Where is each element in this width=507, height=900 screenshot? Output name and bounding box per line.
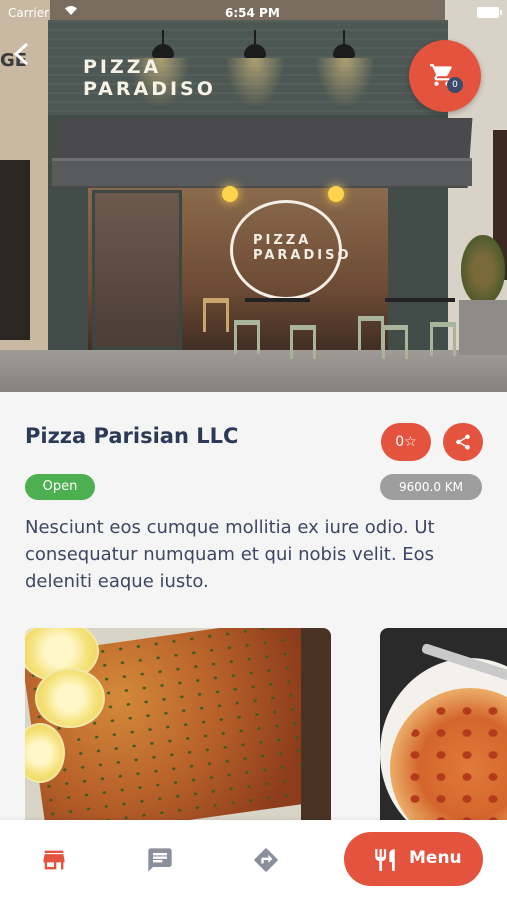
awning-edge: [52, 158, 472, 186]
cafe-chair: [382, 325, 408, 359]
clock: 6:54 PM: [225, 6, 280, 20]
planter: [459, 300, 507, 355]
cafe-chair: [358, 316, 384, 350]
distance-badge: 9600.0 KM: [380, 474, 482, 500]
plant: [461, 235, 505, 305]
status-badge: Open: [25, 474, 95, 500]
chevron-left-icon: [13, 42, 29, 66]
store-icon: [43, 850, 65, 870]
cutting-board: [301, 628, 331, 828]
storefront-sign: PIZZA PARADISO: [83, 56, 216, 100]
wifi-icon: [64, 5, 78, 19]
lemon-slice: [35, 668, 105, 728]
share-icon: [456, 434, 470, 450]
status-bar: Carrier 6:54 PM: [0, 0, 507, 26]
cafe-table: [245, 298, 310, 302]
shop-door: [92, 190, 182, 350]
back-button[interactable]: [12, 42, 42, 72]
cafe-table: [385, 298, 455, 302]
sign-line-1: PIZZA: [83, 56, 162, 78]
fork-knife-icon: [375, 849, 395, 871]
pendant-light: [328, 186, 344, 202]
sign-line-2: PARADISO: [83, 78, 216, 100]
battery-icon: [477, 7, 502, 18]
window-logo-text: PIZZA PARADISO: [253, 233, 352, 263]
nav-chat-button[interactable]: [146, 846, 174, 874]
sidewalk: [0, 350, 507, 392]
nav-directions-button[interactable]: [252, 846, 280, 874]
restaurant-description: Nesciunt eos cumque mollitia ex iure odi…: [25, 517, 435, 592]
share-button[interactable]: [443, 423, 483, 461]
directions-icon: [254, 848, 278, 872]
gallery-item-pizza[interactable]: [380, 628, 507, 828]
menu-button[interactable]: Menu: [344, 832, 483, 886]
cart-count-badge: 0: [447, 77, 463, 93]
cafe-chair: [430, 322, 456, 356]
gallery-item-salmon[interactable]: [25, 628, 331, 828]
cart-button[interactable]: 0: [409, 40, 481, 112]
nav-store-button[interactable]: [40, 846, 68, 874]
chat-icon: [148, 848, 172, 872]
rating-button[interactable]: 0☆: [381, 423, 431, 461]
bottom-nav: Menu: [0, 820, 507, 900]
cafe-stool: [203, 298, 229, 332]
cafe-chair: [234, 320, 260, 354]
restaurant-name: Pizza Parisian LLC: [25, 424, 239, 448]
pendant-light: [222, 186, 238, 202]
restaurant-details: Pizza Parisian LLC 0☆ Open 9600.0 KM Nes…: [0, 392, 507, 828]
menu-button-label: Menu: [409, 848, 462, 868]
window-logo: PIZZA PARADISO: [230, 200, 349, 300]
carrier-label: Carrier: [8, 6, 50, 20]
cafe-chair: [290, 325, 316, 359]
